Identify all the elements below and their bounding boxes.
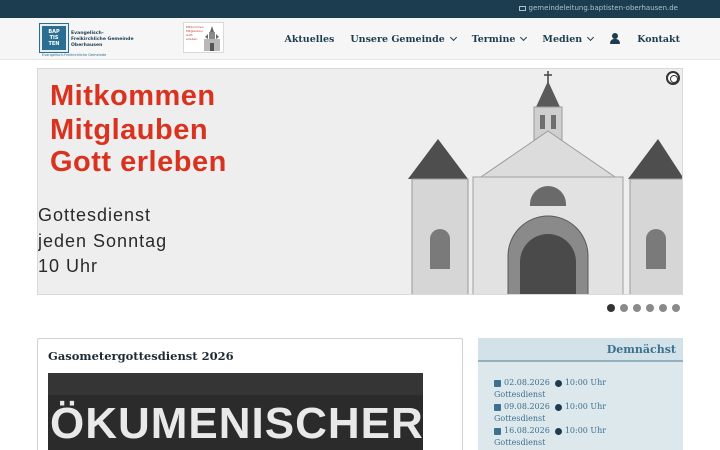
user-icon[interactable] [609,33,621,45]
slide-headline: Gott erleben [50,146,227,178]
event-date[interactable]: 02.08.2026 [504,377,550,389]
logo-mark-subtext: Evangelisch-Freikirchliche Gemeinde [42,53,107,57]
event-item[interactable]: 02.08.2026 10:00 Uhr Gottesdienst [494,377,606,401]
event-name[interactable]: Gottesdienst [494,389,606,401]
event-time[interactable]: 10:00 Uhr [565,425,606,437]
slider-dot[interactable] [659,304,667,312]
slide-headline: Mitkommen [50,80,216,112]
pause-icon[interactable] [666,71,680,85]
nav-medien[interactable]: Medien [542,33,595,45]
slide-info: jeden Sonntag [38,231,168,251]
slide-info: 10 Uhr [38,256,99,276]
image-texture [48,373,423,395]
user-icon-body [610,39,621,44]
article-title[interactable]: Gasometergottesdienst 2026 [48,349,234,363]
logo-mark-line: TEN [48,41,60,47]
main-navigation: Aktuelles Unsere Gemeinde Termine Medien… [284,18,680,60]
site-header: BAP TIS TEN Evangelisch-Freikirchliche G… [0,18,720,60]
chevron-down-icon[interactable] [449,33,457,42]
contact-email-text[interactable]: gemeindeleitung.baptisten-oberhausen.de [529,4,678,12]
event-date[interactable]: 09.08.2026 [504,401,550,413]
hero-slider[interactable]: Mitkommen Mitglauben Gott erleben Gottes… [37,68,683,295]
nav-label[interactable]: Unsere Gemeinde [350,34,444,45]
article-image-text: ÖKUMENISCHER [50,399,423,448]
envelope-icon [518,5,526,11]
news-article-card[interactable]: Gasometergottesdienst 2026 ÖKUMENISCHER [37,338,463,450]
event-time[interactable]: 10:00 Uhr [565,401,606,413]
calendar-icon [494,427,501,435]
clock-icon [554,379,562,387]
slider-dot[interactable] [646,304,654,312]
poster-logo-text: Mitkommen Mitglauben Gott erleben [186,25,204,41]
event-name[interactable]: Gottesdienst [494,413,606,425]
nav-label[interactable]: Termine [472,34,516,45]
widget-header: Demnächst [478,338,683,362]
church-image [204,26,220,51]
clock-icon [554,403,562,411]
slider-pagination [607,304,680,312]
slider-dot[interactable] [672,304,680,312]
upcoming-events-widget: Demnächst 02.08.2026 10:00 Uhr Gottesdie… [478,338,683,450]
event-name[interactable]: Gottesdienst [494,437,606,449]
event-item[interactable]: 16.08.2026 10:00 Uhr Gottesdienst [494,425,606,449]
event-time[interactable]: 10:00 Uhr [565,377,606,389]
logo-name: Evangelisch- Freikirchliche Gemeinde Obe… [71,31,134,49]
nav-kontakt[interactable]: Kontakt [637,34,680,45]
widget-title: Demnächst [606,343,676,356]
clock-icon [554,427,562,435]
nav-label[interactable]: Kontakt [637,34,680,45]
nav-label[interactable]: Aktuelles [284,34,334,45]
baptisten-logo-mark: BAP TIS TEN [40,24,68,52]
chevron-down-icon[interactable] [587,33,595,42]
nav-label[interactable]: Medien [542,34,582,45]
church-logo[interactable]: BAP TIS TEN Evangelisch-Freikirchliche G… [40,21,138,59]
nav-termine[interactable]: Termine [472,33,528,45]
logo-name-line: Oberhausen [71,43,103,48]
church-photo [408,71,682,294]
slider-dot[interactable] [633,304,641,312]
poster-logo[interactable]: Mitkommen Mitglauben Gott erleben [183,22,224,53]
nav-aktuelles[interactable]: Aktuelles [284,34,334,45]
slide-info: Gottesdienst [38,205,152,225]
calendar-icon [494,379,501,387]
top-bar: gemeindeleitung.baptisten-oberhausen.de [0,0,720,18]
event-item[interactable]: 09.08.2026 10:00 Uhr Gottesdienst [494,401,606,425]
calendar-icon [494,403,501,411]
event-date[interactable]: 16.08.2026 [504,425,550,437]
slider-dot[interactable] [620,304,628,312]
chevron-down-icon[interactable] [520,33,528,42]
contact-email[interactable]: gemeindeleitung.baptisten-oberhausen.de [518,4,678,12]
slide-headline: Mitglauben [50,114,209,146]
slider-dot[interactable] [607,304,615,312]
article-image[interactable]: ÖKUMENISCHER [48,373,423,450]
nav-unsere-gemeinde[interactable]: Unsere Gemeinde [350,33,457,45]
